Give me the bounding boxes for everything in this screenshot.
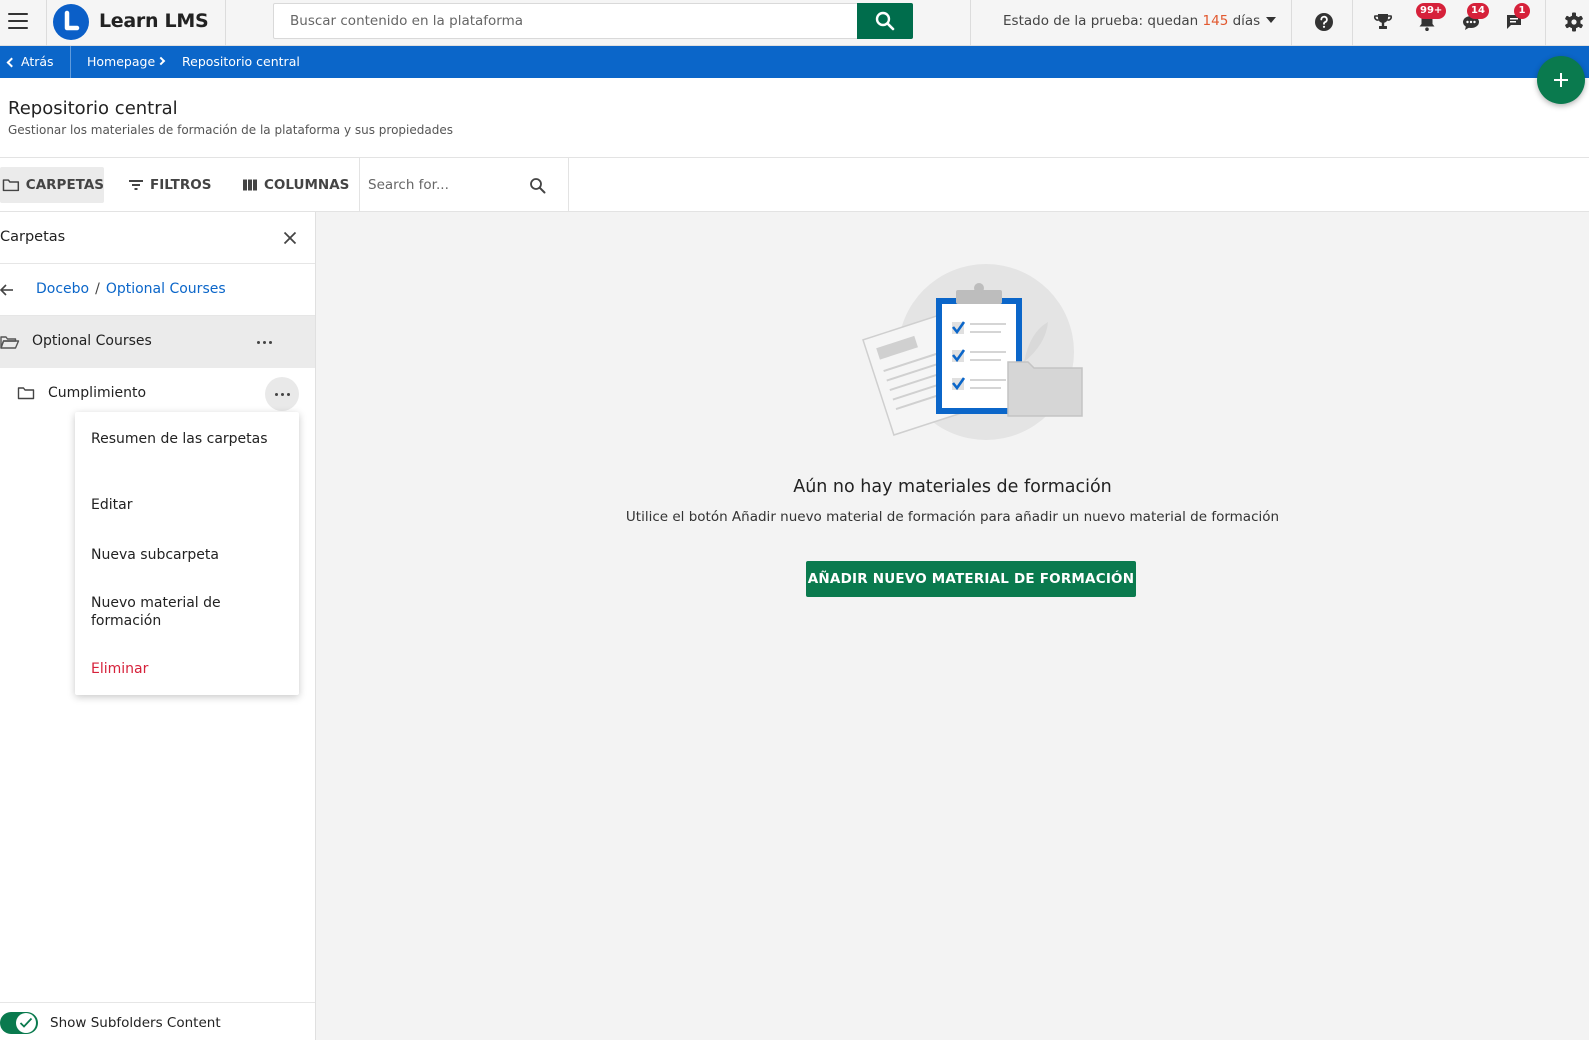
close-icon[interactable] [282,230,298,246]
back-label: Atrás [21,54,54,69]
menu-item-edit[interactable]: Editar [91,496,281,514]
path-link-docebo[interactable]: Docebo [36,281,89,297]
breadcrumb-homepage[interactable]: Homepage [87,54,155,69]
chevron-right-icon [156,56,166,66]
folder-name: Cumplimiento [48,385,147,401]
trial-status[interactable]: Estado de la prueba: quedan 145 días [1003,13,1277,29]
chat-badge: 14 [1467,3,1489,19]
check-icon [19,1017,33,1028]
breadcrumb-divider [70,46,71,78]
trial-days-unit: días [1228,13,1261,29]
menu-item-delete[interactable]: Eliminar [91,660,281,678]
page-title: Repositorio central [8,98,178,119]
trial-days: 145 [1202,13,1229,29]
menu-item-folder-summary[interactable]: Resumen de las carpetas [91,430,281,448]
arrow-left-icon[interactable] [0,283,14,297]
show-subfolders-toggle[interactable] [0,1012,38,1034]
global-search-button[interactable] [857,3,913,39]
gear-icon[interactable] [1563,11,1585,33]
folder-context-menu: Resumen de las carpetas Editar Nueva sub… [75,412,299,695]
brand-name: Learn LMS [99,10,209,32]
folder-row-current[interactable]: Optional Courses [0,316,315,368]
global-search [273,3,913,39]
more-options-icon[interactable] [265,377,299,411]
header-divider [1352,0,1353,46]
columns-button[interactable]: COLUMNAS [242,167,349,203]
table-search-input[interactable] [360,166,520,204]
show-subfolders-row: Show Subfolders Content [0,1002,315,1040]
folder-icon [17,387,35,400]
header-divider [1545,0,1546,46]
folder-icon [2,179,20,192]
search-icon[interactable] [529,177,546,194]
toolbar-divider [568,158,569,212]
folders-toggle-label: CARPETAS [25,177,104,193]
folder-open-icon [0,336,20,349]
columns-label: COLUMNAS [264,177,350,193]
more-options-icon[interactable] [248,325,282,359]
empty-state-title: Aún no hay materiales de formación [793,477,1112,497]
menu-icon[interactable] [8,13,28,29]
caret-down-icon [1266,17,1277,23]
path-separator: / [95,281,100,297]
breadcrumb: Atrás Homepage Repositorio central [0,46,1589,78]
brand-logo[interactable] [53,4,89,40]
back-link[interactable]: Atrás [6,54,54,69]
empty-clipboard-illustration [862,264,1083,440]
filter-icon [129,180,143,190]
menu-item-new-training-material[interactable]: Nuevo material de formación [91,594,281,630]
columns-icon [243,179,257,191]
messages-badge: 1 [1514,3,1530,19]
folders-panel-header: Carpetas [0,212,315,264]
toolbar: CARPETAS FILTROS COLUMNAS [0,158,1589,212]
empty-state: Aún no hay materiales de formación Utili… [316,212,1589,1040]
filters-label: FILTROS [150,177,212,193]
folder-path-links: Docebo / Optional Courses [36,281,226,297]
top-header: Learn LMS Estado de la prueba: quedan 14… [0,0,1589,46]
add-fab-button[interactable] [1537,56,1585,104]
trophy-icon[interactable] [1372,11,1394,33]
header-divider [1291,0,1292,46]
folders-toggle-button[interactable]: CARPETAS [0,167,104,203]
table-search [360,166,560,204]
show-subfolders-label: Show Subfolders Content [50,1015,221,1031]
empty-state-text: Utilice el botón Añadir nuevo material d… [625,509,1280,525]
global-search-input[interactable] [274,4,858,38]
folder-path: Docebo / Optional Courses [0,264,315,316]
notifications-badge: 99+ [1416,3,1447,19]
path-link-optional-courses[interactable]: Optional Courses [106,281,226,297]
folders-panel-title: Carpetas [0,229,66,245]
filters-button[interactable]: FILTROS [128,167,211,203]
folder-name: Optional Courses [32,333,152,349]
chevron-left-icon [6,57,17,68]
header-divider [225,0,226,46]
page-subtitle: Gestionar los materiales de formación de… [8,123,453,137]
menu-item-new-subfolder[interactable]: Nueva subcarpeta [91,546,281,564]
header-divider [970,0,971,46]
toggle-knob [16,1013,36,1033]
help-icon[interactable] [1313,11,1335,33]
trial-status-label: Estado de la prueba: quedan [1003,13,1203,29]
add-training-material-button[interactable]: AÑADIR NUEVO MATERIAL DE FORMACIÓN [806,561,1136,597]
search-icon [875,11,895,31]
page-header: Repositorio central Gestionar los materi… [0,78,1589,158]
header-divider [46,0,47,46]
breadcrumb-current: Repositorio central [182,54,300,69]
